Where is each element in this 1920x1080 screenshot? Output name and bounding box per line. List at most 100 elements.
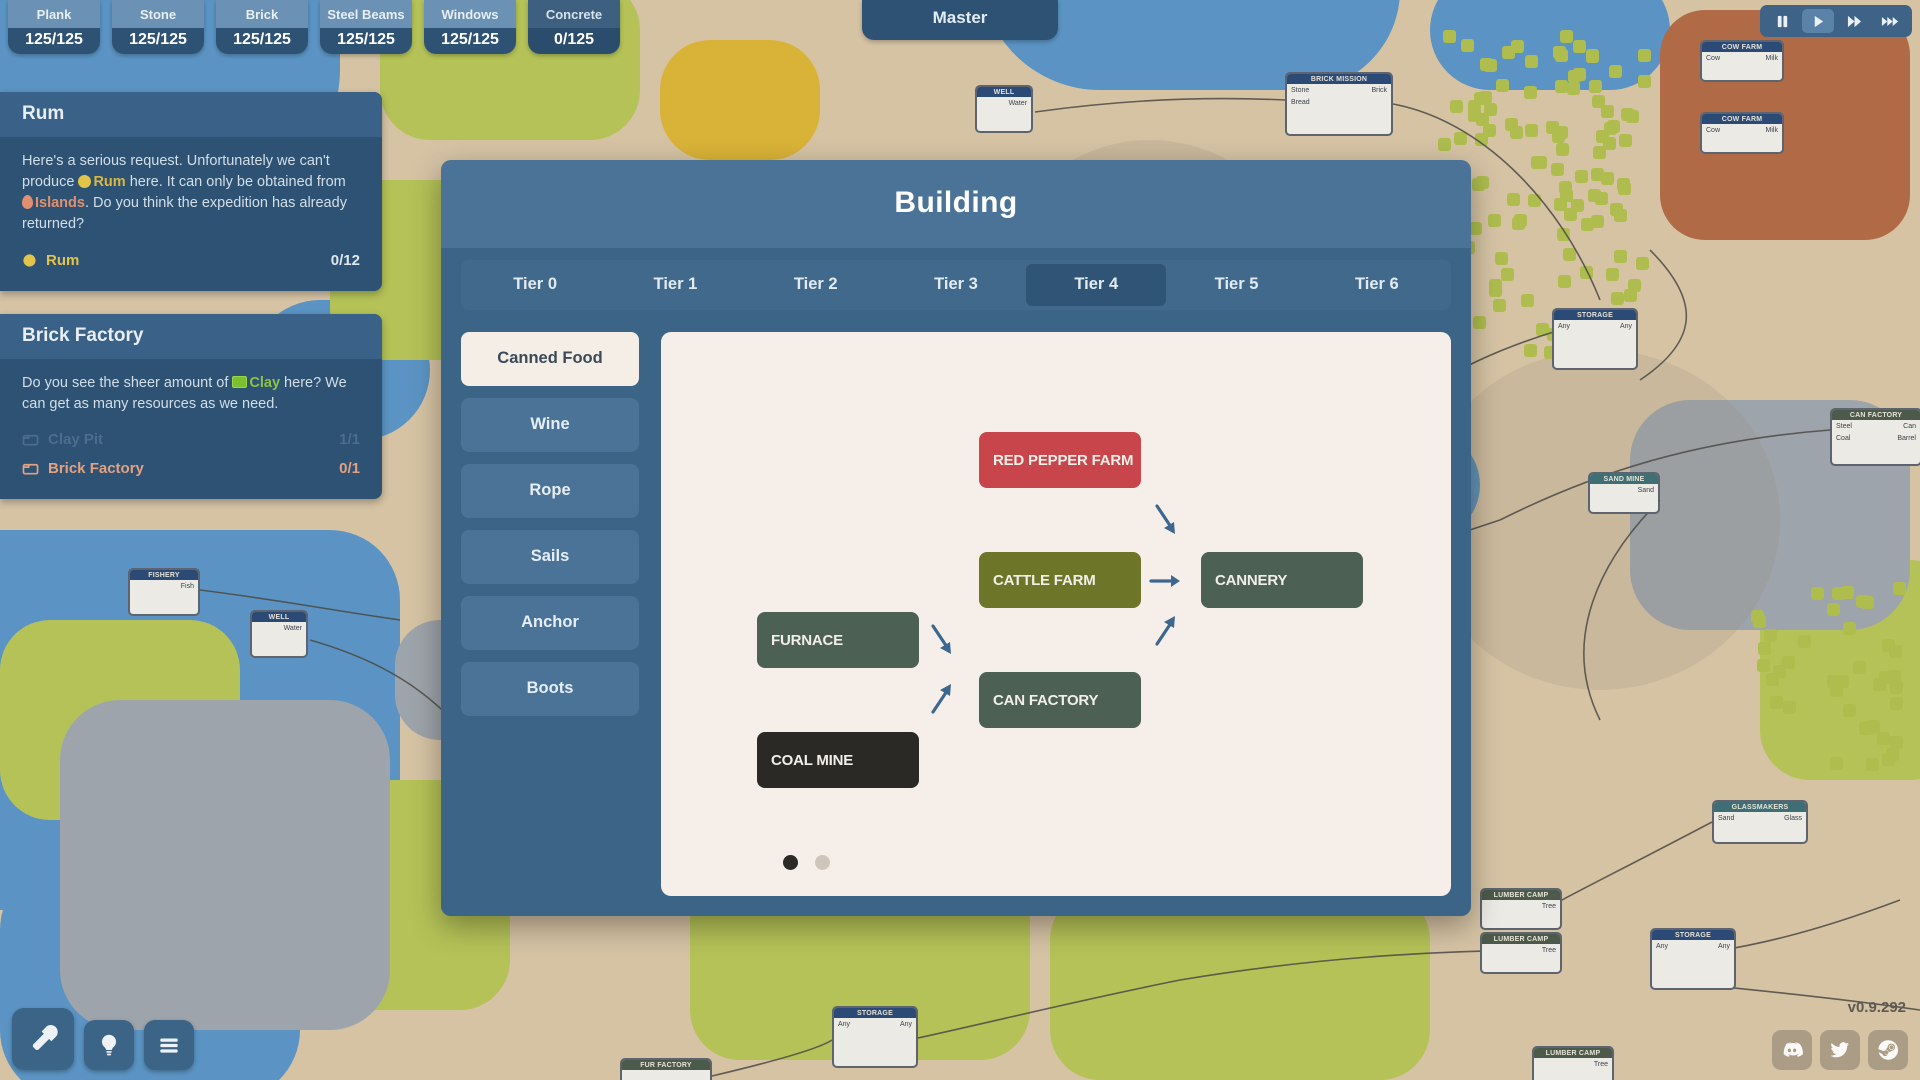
map-node-lumber-camp[interactable]: LUMBER CAMP Tree xyxy=(1480,888,1562,930)
map-node-ports: Cow Milk xyxy=(1702,52,1782,65)
twitter-icon[interactable] xyxy=(1820,1030,1860,1070)
tier-tab-tier-3[interactable]: Tier 3 xyxy=(886,264,1026,306)
production-node-can-factory[interactable]: CAN FACTORY xyxy=(979,672,1141,728)
forest-tile xyxy=(1826,602,1840,616)
resource-chip[interactable]: Steel Beams 125/125 xyxy=(320,0,412,54)
forest-tile xyxy=(1556,143,1570,157)
master-tab[interactable]: Master xyxy=(862,0,1058,40)
forest-tile xyxy=(1521,294,1535,308)
map-node-input-port: Any xyxy=(1558,323,1571,330)
hammer-icon[interactable] xyxy=(12,1008,74,1070)
discord-icon[interactable] xyxy=(1772,1030,1812,1070)
bottom-toolbar[interactable] xyxy=(12,1008,194,1070)
map-node-cow-farm[interactable]: COW FARM Cow Milk xyxy=(1700,112,1784,154)
map-node-input-port: Steel xyxy=(1836,423,1852,430)
quest-panel-brick-factory[interactable]: Brick Factory Do you see the sheer amoun… xyxy=(0,314,382,500)
map-node-storage[interactable]: STORAGE Any Any xyxy=(832,1006,918,1068)
production-chain-canvas[interactable]: RED PEPPER FARM CATTLE FARM CANNERY FURNACE… xyxy=(661,332,1451,896)
map-node-fur-factory[interactable]: FUR FACTORY xyxy=(620,1058,712,1080)
category-list[interactable]: Canned Food Wine Rope Sails Anchor Boots xyxy=(461,332,639,896)
map-pin-icon xyxy=(22,195,33,210)
fast-forward-2x-icon[interactable] xyxy=(1874,9,1906,33)
tier-tab-tier-4[interactable]: Tier 4 xyxy=(1026,264,1167,306)
map-node-glassmakers[interactable]: GLASSMAKERS Sand Glass xyxy=(1712,800,1808,844)
forest-tile xyxy=(1609,64,1623,78)
category-item-canned-food[interactable]: Canned Food xyxy=(461,332,639,386)
pagination-dot-1[interactable] xyxy=(783,855,798,870)
map-node-brick-mission[interactable]: BRICK MISSION Stone Bread Brick xyxy=(1285,72,1393,136)
map-node-ports: Tree xyxy=(1482,944,1560,957)
modal-body: Tier 0 Tier 1 Tier 2 Tier 3 Tier 4 Tier 5 Tier… xyxy=(441,248,1471,916)
forest-tile xyxy=(1756,658,1770,672)
resource-value: 125/125 xyxy=(320,28,412,54)
tier-tab-tier-5[interactable]: Tier 5 xyxy=(1166,264,1306,306)
map-node-inputs: Cow xyxy=(1706,127,1720,134)
map-node-outputs: Milk xyxy=(1766,55,1778,62)
tier-tab-tier-2[interactable]: Tier 2 xyxy=(746,264,886,306)
map-node-output-port: Can xyxy=(1903,423,1916,430)
production-node-cannery[interactable]: CANNERY xyxy=(1201,552,1363,608)
building-modal[interactable]: Building Tier 0 Tier 1 Tier 2 Tier 3 Tier 4T… xyxy=(441,160,1471,916)
social-links[interactable] xyxy=(1772,1030,1908,1070)
category-item-sails[interactable]: Sails xyxy=(461,530,639,584)
map-node-well[interactable]: WELL Water xyxy=(250,610,308,658)
map-node-outputs: Tree xyxy=(1542,903,1556,910)
category-item-wine[interactable]: Wine xyxy=(461,398,639,452)
map-node-storage[interactable]: STORAGE Any Any xyxy=(1650,928,1736,990)
map-node-well[interactable]: WELL Water xyxy=(975,85,1033,133)
forest-tile xyxy=(1829,684,1843,698)
play-icon[interactable] xyxy=(1802,9,1834,33)
map-node-sand-mine[interactable]: SAND MINE Sand xyxy=(1588,472,1660,514)
forest-tile xyxy=(1572,40,1586,54)
tier-tab-tier-6[interactable]: Tier 6 xyxy=(1307,264,1447,306)
fast-forward-icon[interactable] xyxy=(1838,9,1870,33)
map-node-cow-farm[interactable]: COW FARM Cow Milk xyxy=(1700,40,1784,82)
tier-tabs[interactable]: Tier 0 Tier 1 Tier 2 Tier 3 Tier 4 Tier 5 Tier… xyxy=(461,260,1451,310)
forest-tile xyxy=(1764,628,1778,642)
production-node-red-pepper-farm[interactable]: RED PEPPER FARM xyxy=(979,432,1141,488)
category-item-boots[interactable]: Boots xyxy=(461,662,639,716)
forest-tile xyxy=(1586,48,1600,62)
building-icon xyxy=(22,432,39,447)
category-item-rope[interactable]: Rope xyxy=(461,464,639,518)
quest-text-span: Do you see the sheer amount of xyxy=(22,375,233,391)
tier-tab-tier-0[interactable]: Tier 0 xyxy=(465,264,605,306)
resource-chip[interactable]: Brick 125/125 xyxy=(216,0,308,54)
forest-tile xyxy=(1889,680,1903,694)
map-node-can-factory[interactable]: CAN FACTORY Steel Coal Can Barrel xyxy=(1830,408,1920,466)
map-node-ports: Cow Milk xyxy=(1702,124,1782,137)
resource-chip[interactable]: Concrete 0/125 xyxy=(528,0,620,54)
map-node-storage[interactable]: STORAGE Any Any xyxy=(1552,308,1638,370)
map-node-outputs: Water xyxy=(1009,100,1027,107)
menu-icon[interactable] xyxy=(144,1020,194,1070)
production-node-coal-mine[interactable]: COAL MINE xyxy=(757,732,919,788)
pagination-dot-2[interactable] xyxy=(815,855,830,870)
map-node-ports: Water xyxy=(252,622,306,635)
map-node-output-port: Brick xyxy=(1371,87,1387,94)
pause-icon[interactable] xyxy=(1766,9,1798,33)
production-node-furnace[interactable]: FURNACE xyxy=(757,612,919,668)
forest-tile xyxy=(1524,344,1538,358)
resource-chip[interactable]: Stone 125/125 xyxy=(112,0,204,54)
tier-tab-tier-1[interactable]: Tier 1 xyxy=(605,264,745,306)
forest-tile xyxy=(1753,614,1767,628)
steam-icon[interactable] xyxy=(1868,1030,1908,1070)
playback-controls[interactable] xyxy=(1760,5,1912,37)
forest-tile xyxy=(1566,82,1580,96)
map-node-ports: Fish xyxy=(130,580,198,593)
resource-chip[interactable]: Windows 125/125 xyxy=(424,0,516,54)
map-node-fishery[interactable]: FISHERY Fish xyxy=(128,568,200,616)
lightbulb-icon[interactable] xyxy=(84,1020,134,1070)
map-node-lumber-camp[interactable]: LUMBER CAMP Tree xyxy=(1480,932,1562,974)
map-node-title: COW FARM xyxy=(1702,42,1782,52)
pagination-dots[interactable] xyxy=(783,855,830,870)
forest-tile xyxy=(1861,595,1875,609)
category-item-anchor[interactable]: Anchor xyxy=(461,596,639,650)
forest-tile xyxy=(1602,137,1616,151)
map-node-lumber-camp[interactable]: LUMBER CAMP Tree xyxy=(1532,1046,1614,1080)
map-node-output-port: Any xyxy=(1717,943,1730,950)
quest-panel-rum[interactable]: Rum Here's a serious request. Unfortunat… xyxy=(0,92,382,291)
resource-chip[interactable]: Plank 125/125 xyxy=(8,0,100,54)
production-node-cattle-farm[interactable]: CATTLE FARM xyxy=(979,552,1141,608)
map-node-outputs: Tree xyxy=(1542,947,1556,954)
